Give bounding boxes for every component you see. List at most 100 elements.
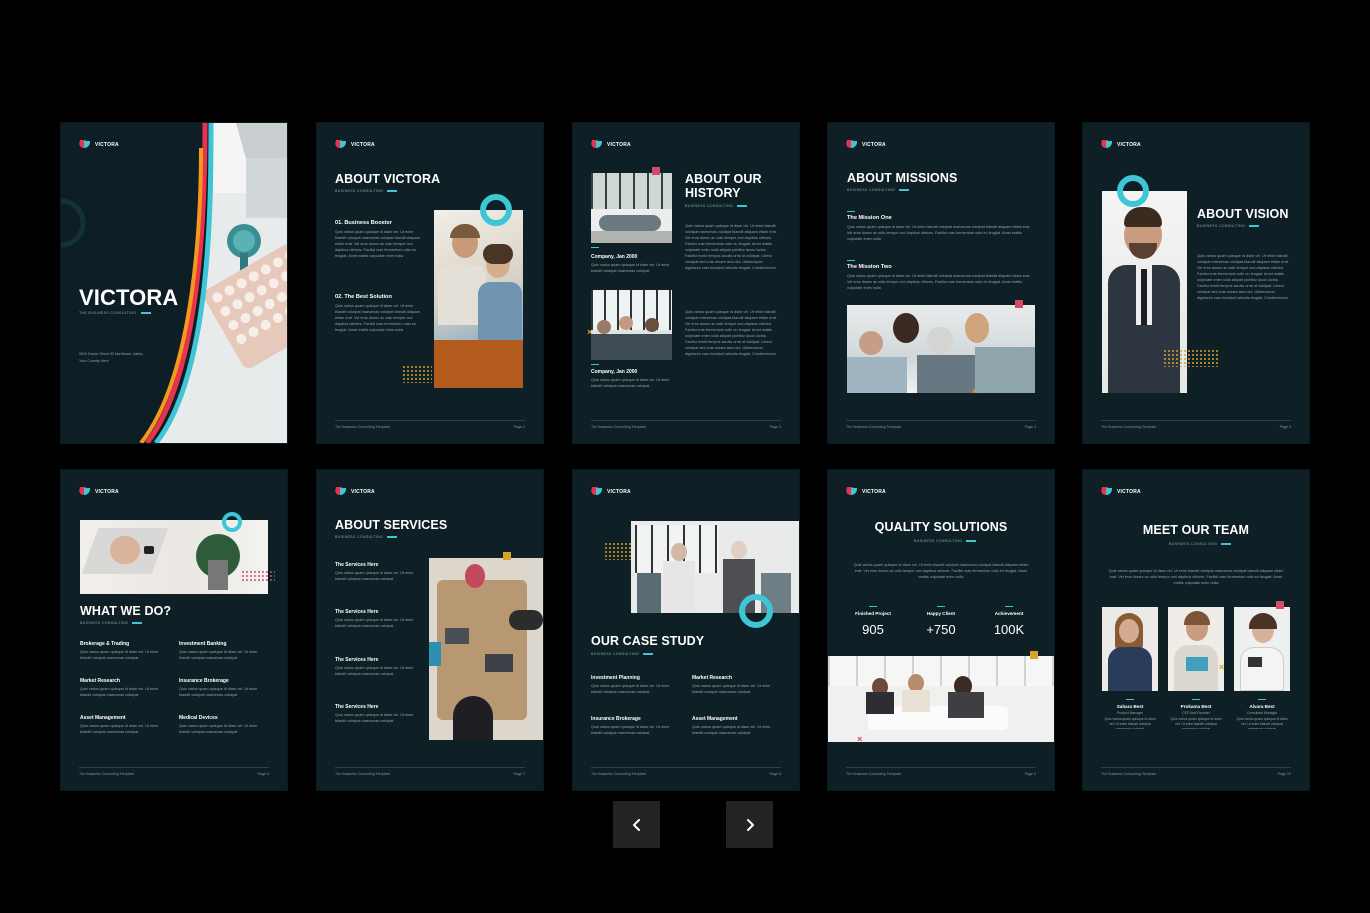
- service-item: Asset Management: [80, 715, 126, 721]
- team-member-name: Alvara Best: [1249, 704, 1275, 709]
- decor-dots: [604, 542, 634, 560]
- page-title: ABOUT OUR HISTORY: [685, 172, 762, 200]
- brand-mark-icon: [591, 487, 603, 496]
- section-body: Quis varius quam quisque id diam vel. Ut…: [335, 230, 421, 258]
- brand-mark-icon: [591, 140, 603, 149]
- section-body: Quis varius quam quisque id diam vel. Ut…: [335, 304, 421, 332]
- page-quality-solutions[interactable]: VICTORA QUALITY SOLUTIONS BUSINESS CONSU…: [828, 470, 1054, 790]
- decor-ring: [222, 512, 242, 532]
- brand-logo: VICTORA: [335, 487, 375, 496]
- photo-caption: Company, Jan 2000: [591, 254, 638, 260]
- brand-logo: VICTORA: [846, 487, 886, 496]
- page-subtitle: BUSINESS CONSULTING: [914, 539, 976, 543]
- service-item: Insurance Brokerage: [179, 678, 229, 684]
- page-case-study[interactable]: VICTORA OUR CASE STUDY BUSINESS CONSULTI…: [573, 470, 799, 790]
- brand-mark-icon: [1101, 487, 1113, 496]
- page-title: ABOUT SERVICES: [335, 518, 448, 532]
- service-item: The Services Here: [335, 609, 379, 615]
- page-title: MEET OUR TEAM: [1142, 523, 1250, 537]
- page-about-victora[interactable]: VICTORA ABOUT VICTORA BUSINESS CONSULTIN…: [317, 123, 543, 443]
- history-photo-1: [591, 173, 672, 243]
- decor-x: ×: [857, 734, 863, 744]
- brand-mark-icon: [1101, 140, 1113, 149]
- decor-ring: [1117, 175, 1149, 207]
- handshake-photo: [631, 521, 799, 613]
- stat-value: +750: [926, 622, 956, 637]
- page-number: Page 8: [769, 772, 781, 776]
- missions-photo: [847, 305, 1035, 393]
- page-title: QUALITY SOLUTIONS: [874, 520, 1008, 534]
- page-number: Page 2: [513, 425, 525, 429]
- page-number: Page 3: [769, 425, 781, 429]
- stat-label: Happy Client: [926, 611, 956, 616]
- brand-logo: VICTORA: [1101, 487, 1141, 496]
- page-subtitle: BUSINESS CONSULTING: [335, 189, 397, 193]
- page-title: ABOUT VICTORA: [335, 172, 441, 186]
- service-item: The Services Here: [335, 657, 379, 663]
- decor-x: ×: [1219, 662, 1225, 672]
- team-member-role: CEO And Founder: [1182, 711, 1210, 715]
- page-about-history[interactable]: VICTORA Company, Jan 2000 Quis varius qu…: [573, 123, 799, 443]
- service-item: Market Research: [80, 678, 121, 684]
- page-number: Page 7: [513, 772, 525, 776]
- conference-photo: [828, 656, 1054, 742]
- brand-logo: VICTORA: [335, 140, 375, 149]
- brand-logo: VICTORA: [79, 487, 119, 496]
- team-member-name: Prokama Best: [1180, 704, 1212, 709]
- photo-caption: Company, Jan 2000: [591, 369, 638, 375]
- section-heading: 01. Business Booster: [335, 220, 392, 226]
- decor-dots: [402, 365, 432, 383]
- section-heading: 02. The Best Solution: [335, 294, 392, 300]
- decor-ring: [739, 594, 773, 628]
- page-title: OUR CASE STUDY: [591, 634, 705, 648]
- cover-title: VICTORA: [79, 285, 179, 310]
- cover-subtitle: THE BUSINESS CONSULTING: [79, 311, 151, 315]
- next-button[interactable]: [726, 801, 773, 848]
- page-number: Page 4: [1024, 425, 1036, 429]
- team-member-role: Product Manager: [1116, 711, 1143, 715]
- page-subtitle: BUSINESS CONSULTING: [80, 621, 142, 625]
- meeting-table-photo: [429, 558, 543, 740]
- page-subtitle: BUSINESS CONSULTING: [847, 188, 909, 192]
- page-about-services[interactable]: VICTORA ABOUT SERVICES BUSINESS CONSULTI…: [317, 470, 543, 790]
- page-subtitle: BUSINESS CONSULTING: [335, 535, 397, 539]
- chevron-left-icon: [632, 818, 640, 831]
- history-photo-2: [591, 290, 672, 360]
- page-what-we-do[interactable]: VICTORA WHAT WE DO? BUSINESS CONSULTING …: [61, 470, 287, 790]
- prev-button[interactable]: [613, 801, 660, 848]
- brand-mark-icon: [335, 487, 347, 496]
- page-meet-team[interactable]: VICTORA MEET OUR TEAM BUSINESS CONSULTIN…: [1083, 470, 1309, 790]
- page-subtitle: BUSINESS CONSULTING: [1169, 542, 1231, 546]
- brand-logo: VICTORA: [591, 140, 631, 149]
- brand-mark-icon: [846, 487, 858, 496]
- case-item: Investment Planning: [591, 675, 640, 681]
- team-member-role: Consultant Manager: [1246, 711, 1278, 715]
- section-heading: The Mission One: [847, 215, 892, 221]
- team-member-photo: [1102, 607, 1158, 691]
- case-item: Market Research: [692, 675, 733, 681]
- service-item: Brokerage & Trading: [80, 641, 130, 647]
- stat-label: Achievement: [994, 611, 1024, 616]
- case-item: Insurance Brokerage: [591, 716, 641, 722]
- page-number: Page 5: [1279, 425, 1291, 429]
- team-photo: [434, 210, 523, 388]
- service-item: Investment Banking: [179, 641, 227, 647]
- page-about-vision[interactable]: VICTORA ABOUT VISION BUSINESS CONSULTING…: [1083, 123, 1309, 443]
- service-item: Medical Devices: [179, 715, 218, 721]
- page-number: Page 6: [257, 772, 269, 776]
- brand-logo: VICTORA: [846, 140, 886, 149]
- brand-mark-icon: [79, 487, 91, 496]
- brand-mark-icon: [846, 140, 858, 149]
- page-cover[interactable]: VICTORA VICTORA THE BUSINESS CONSULTING …: [61, 123, 287, 443]
- page-about-missions[interactable]: VICTORA ABOUT MISSIONS BUSINESS CONSULTI…: [828, 123, 1054, 443]
- service-item: The Services Here: [335, 562, 379, 568]
- cover-address: 9924 Dance Street 92 Northtown, Astria, …: [79, 352, 144, 363]
- brand-mark-icon: [335, 140, 347, 149]
- page-title: ABOUT VISION: [1197, 207, 1289, 221]
- stat-label: Finished Project: [855, 611, 891, 616]
- page-subtitle: BUSINESS CONSULTING: [591, 652, 653, 656]
- decor-x: ×: [587, 327, 593, 337]
- brand-logo: VICTORA: [591, 487, 631, 496]
- chevron-right-icon: [746, 818, 754, 831]
- team-member-photo: [1234, 607, 1290, 691]
